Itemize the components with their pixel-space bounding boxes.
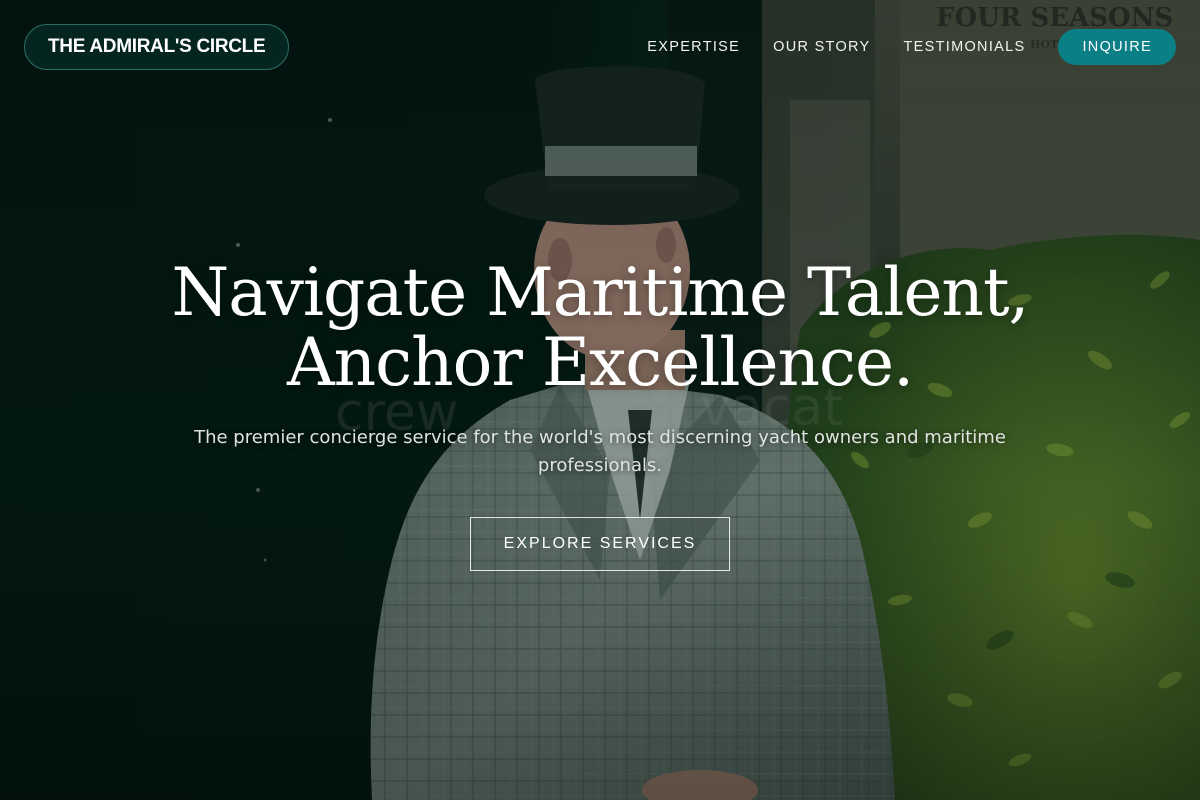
nav-link-testimonials[interactable]: TESTIMONIALS [904, 39, 1026, 55]
hero-title: Navigate Maritime Talent, Anchor Excelle… [0, 258, 1200, 398]
inquire-button[interactable]: INQUIRE [1058, 29, 1176, 65]
nav-link-expertise[interactable]: EXPERTISE [647, 39, 740, 55]
hero-title-line-1: Navigate Maritime Talent, [171, 254, 1030, 331]
explore-services-button[interactable]: EXPLORE SERVICES [470, 517, 730, 571]
top-navigation: THE ADMIRAL'S CIRCLE EXPERTISE OUR STORY… [0, 0, 1200, 94]
nav-links: EXPERTISE OUR STORY TESTIMONIALS INQUIRE [647, 29, 1176, 65]
hero-subtitle: The premier concierge service for the wo… [194, 427, 1006, 476]
brand-logo[interactable]: THE ADMIRAL'S CIRCLE [24, 24, 290, 70]
nav-link-our-story[interactable]: OUR STORY [773, 39, 870, 55]
hero-title-line-2: Anchor Excellence. [286, 324, 914, 401]
hero-content: Navigate Maritime Talent, Anchor Excelle… [0, 258, 1200, 571]
